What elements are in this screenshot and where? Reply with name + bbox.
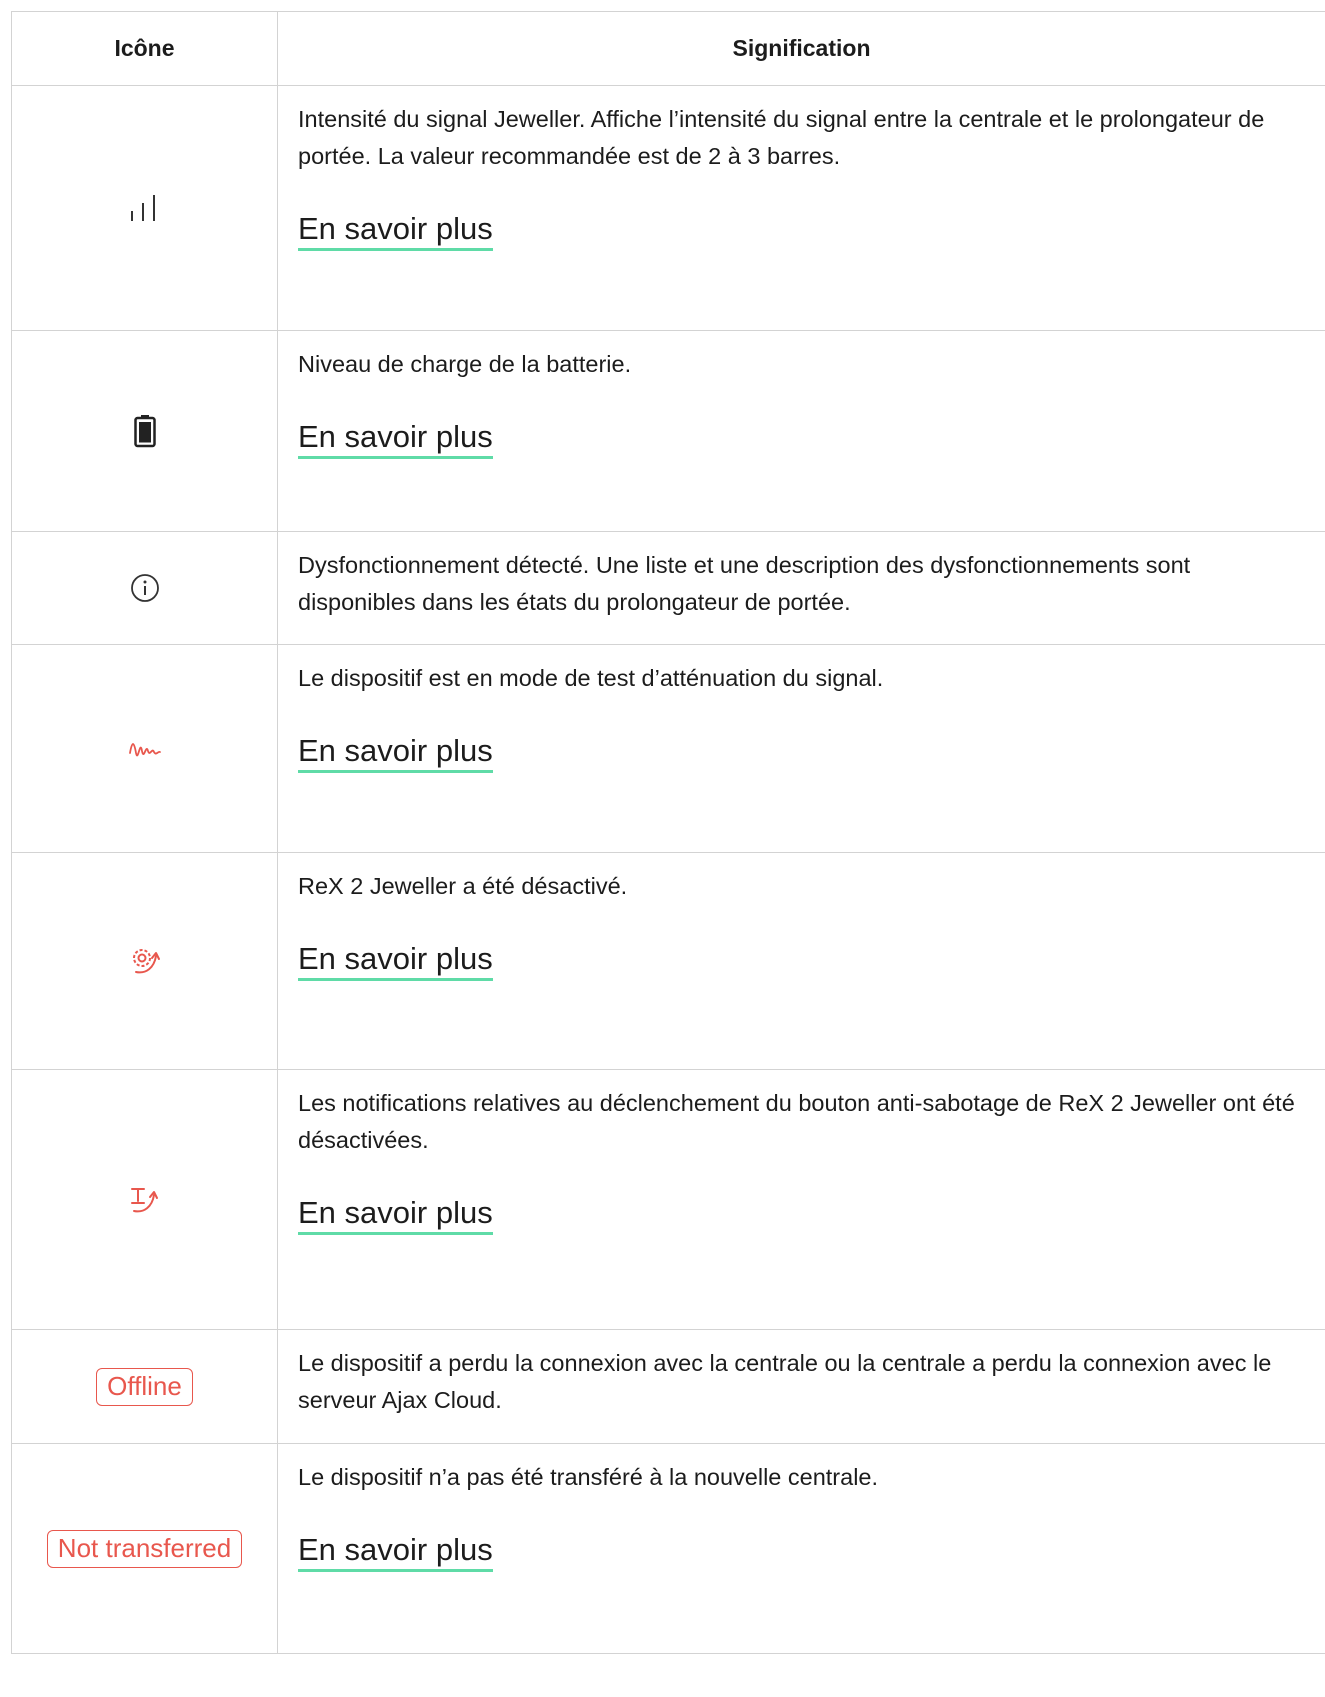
icon-cell (11, 531, 278, 645)
battery-icon (133, 415, 157, 448)
row-description: Intensité du signal Jeweller. Affiche l’… (298, 106, 1265, 169)
meaning-cell: Dysfonctionnement détecté. Une liste et … (277, 531, 1325, 645)
meaning-cell: Le dispositif n’a pas été transféré à la… (277, 1443, 1325, 1654)
icon-cell (11, 1069, 278, 1330)
meaning-cell: Le dispositif est en mode de test d’atté… (277, 644, 1325, 853)
row-description: Le dispositif est en mode de test d’atté… (298, 665, 884, 691)
meaning-cell: Le dispositif a perdu la connexion avec … (277, 1329, 1325, 1444)
row-description: Niveau de charge de la batterie. (298, 351, 632, 377)
row-description: Le dispositif n’a pas été transféré à la… (298, 1464, 879, 1490)
row-description: ReX 2 Jeweller a été désactivé. (298, 873, 628, 899)
signal-attenuation-icon (128, 740, 162, 757)
icon-cell: Offline (11, 1329, 278, 1444)
not-transferred-badge: Not transferred (46, 1529, 243, 1568)
device-deactivated-icon (128, 949, 162, 974)
row-description: Les notifications relatives au déclenche… (298, 1090, 1295, 1153)
table-row: Dysfonctionnement détecté. Une liste et … (11, 531, 1325, 645)
icon-cell (11, 330, 278, 532)
meaning-cell: Les notifications relatives au déclenche… (277, 1069, 1325, 1330)
table-row: Not transferred Le dispositif n’a pas ét… (11, 1443, 1325, 1654)
table-row: Offline Le dispositif a perdu la connexi… (11, 1329, 1325, 1444)
table-row: ReX 2 Jeweller a été désactivé. En savoi… (11, 852, 1325, 1070)
info-icon (130, 574, 160, 602)
header-icon: Icône (11, 11, 278, 86)
icon-meaning-table: Icône Signification Intensité du signal … (11, 11, 1325, 1654)
learn-more-link[interactable]: En savoir plus (298, 211, 493, 251)
table-row: Le dispositif est en mode de test d’atté… (11, 644, 1325, 853)
learn-more-link[interactable]: En savoir plus (298, 1195, 493, 1235)
learn-more-link[interactable]: En savoir plus (298, 1532, 493, 1572)
header-meaning: Signification (277, 11, 1325, 86)
icon-cell (11, 85, 278, 331)
row-description: Le dispositif a perdu la connexion avec … (298, 1350, 1272, 1413)
tamper-notifications-disabled-icon (128, 1187, 162, 1212)
meaning-cell: ReX 2 Jeweller a été désactivé. En savoi… (277, 852, 1325, 1070)
icon-cell (11, 852, 278, 1070)
learn-more-link[interactable]: En savoir plus (298, 419, 493, 459)
table-row: Niveau de charge de la batterie. En savo… (11, 330, 1325, 532)
meaning-cell: Niveau de charge de la batterie. En savo… (277, 330, 1325, 532)
learn-more-link[interactable]: En savoir plus (298, 733, 493, 773)
row-description: Dysfonctionnement détecté. Une liste et … (298, 552, 1191, 615)
table-header-row: Icône Signification (11, 11, 1325, 86)
table-row: Intensité du signal Jeweller. Affiche l’… (11, 85, 1325, 331)
table-row: Les notifications relatives au déclenche… (11, 1069, 1325, 1330)
icon-cell: Not transferred (11, 1443, 278, 1654)
icon-cell (11, 644, 278, 853)
signal-bars-icon (128, 195, 162, 221)
meaning-cell: Intensité du signal Jeweller. Affiche l’… (277, 85, 1325, 331)
offline-badge: Offline (96, 1367, 193, 1406)
learn-more-link[interactable]: En savoir plus (298, 941, 493, 981)
